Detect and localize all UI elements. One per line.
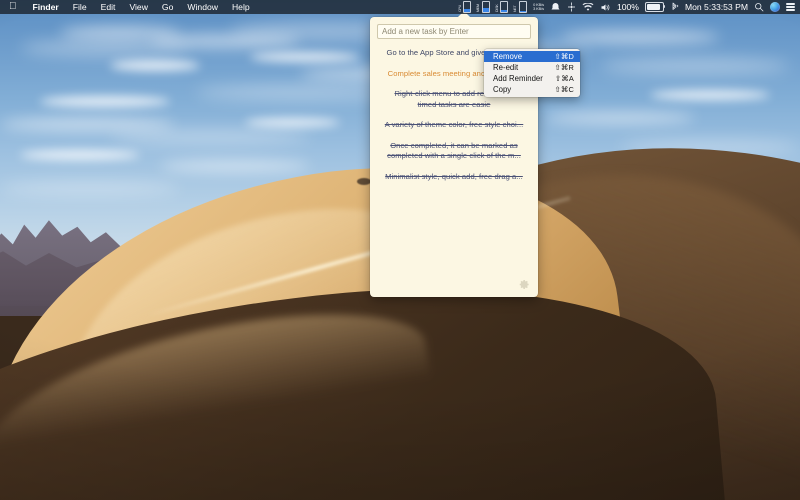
cloud (110, 130, 310, 144)
cloud (160, 160, 310, 172)
notification-bell-icon[interactable] (550, 2, 561, 12)
memory-gauge-bar (481, 1, 490, 13)
context-menu-shortcut: ⇧⌘C (554, 85, 574, 94)
menu-bar-left:  Finder File Edit View Go Window Help (0, 1, 257, 13)
network-download-speed: 3 KB/s (533, 6, 544, 11)
bluetooth-icon[interactable] (670, 2, 679, 12)
context-menu-item-re-edit[interactable]: Re-edit ⇧⌘R (484, 62, 580, 73)
cpu-gauge-bar (463, 1, 472, 13)
net-gauge[interactable]: NET (514, 1, 528, 13)
context-menu-item-remove[interactable]: Remove ⇧⌘D (484, 51, 580, 62)
disk-gauge-label: DISK (495, 4, 499, 12)
cloud (545, 112, 695, 124)
net-gauge-bar (519, 1, 528, 13)
context-menu-item-add-reminder[interactable]: Add Reminder ⇧⌘A (484, 73, 580, 84)
menu-item-edit[interactable]: Edit (94, 2, 123, 12)
task-item[interactable]: Once completed, it can be marked as comp… (376, 136, 532, 167)
cpu-gauge-label: CPU (458, 5, 462, 12)
battery-icon[interactable] (644, 2, 666, 12)
cloud (250, 52, 360, 62)
context-menu-item-copy[interactable]: Copy ⇧⌘C (484, 84, 580, 95)
fan-icon[interactable] (567, 2, 576, 12)
memory-gauge-label: MEM (477, 4, 481, 12)
menu-item-help[interactable]: Help (225, 2, 257, 12)
menu-item-go[interactable]: Go (155, 2, 180, 12)
rock (357, 178, 371, 185)
disk-gauge[interactable]: DISK (496, 1, 509, 13)
net-gauge-label: NET (514, 5, 518, 12)
menu-item-window[interactable]: Window (180, 2, 225, 12)
cloud (245, 118, 340, 127)
wifi-icon[interactable] (582, 2, 594, 12)
cloud (110, 60, 200, 71)
battery-percent-label: 100% (616, 2, 639, 12)
menu-bar:  Finder File Edit View Go Window Help C… (0, 0, 800, 14)
cpu-gauge[interactable]: CPU (459, 1, 472, 13)
context-menu-label: Add Reminder (493, 74, 543, 83)
search-icon[interactable] (754, 2, 764, 12)
context-menu-label: Remove (493, 52, 523, 61)
control-center-icon[interactable] (786, 3, 795, 11)
desktop-screen:  Finder File Edit View Go Window Help C… (0, 0, 800, 500)
cloud (650, 90, 770, 100)
context-menu-shortcut: ⇧⌘A (554, 74, 574, 83)
menu-bar-status-area: CPU MEM DISK NET 0 KB/s 3 KB/s 100% Mon … (459, 1, 800, 13)
apple-logo-icon[interactable]:  (6, 1, 26, 13)
task-context-menu: Remove ⇧⌘D Re-edit ⇧⌘R Add Reminder ⇧⌘A … (484, 49, 580, 97)
context-menu-label: Re-edit (493, 63, 519, 72)
memory-gauge[interactable]: MEM (477, 1, 490, 13)
cloud (600, 58, 790, 74)
task-item[interactable]: Minimalist style, quick add, free drag a… (376, 167, 532, 188)
cloud (560, 30, 720, 44)
cloud (20, 150, 140, 160)
menu-bar-clock[interactable]: Mon 5:33:53 PM (685, 2, 748, 12)
context-menu-shortcut: ⇧⌘D (554, 52, 574, 61)
cloud (40, 96, 170, 107)
disk-gauge-bar (500, 1, 509, 13)
menu-item-finder[interactable]: Finder (26, 2, 66, 12)
cloud (0, 182, 180, 195)
settings-gear-icon[interactable] (519, 279, 530, 290)
menu-item-view[interactable]: View (122, 2, 154, 12)
siri-icon[interactable] (770, 2, 780, 12)
network-speed-readout[interactable]: 0 KB/s 3 KB/s (533, 2, 544, 12)
new-task-input[interactable] (377, 24, 531, 39)
volume-icon[interactable] (600, 3, 611, 12)
menu-item-file[interactable]: File (66, 2, 94, 12)
task-item[interactable]: A variety of theme color, free style cho… (376, 115, 532, 136)
cloud (0, 118, 175, 131)
context-menu-label: Copy (493, 85, 512, 94)
context-menu-shortcut: ⇧⌘R (554, 63, 574, 72)
